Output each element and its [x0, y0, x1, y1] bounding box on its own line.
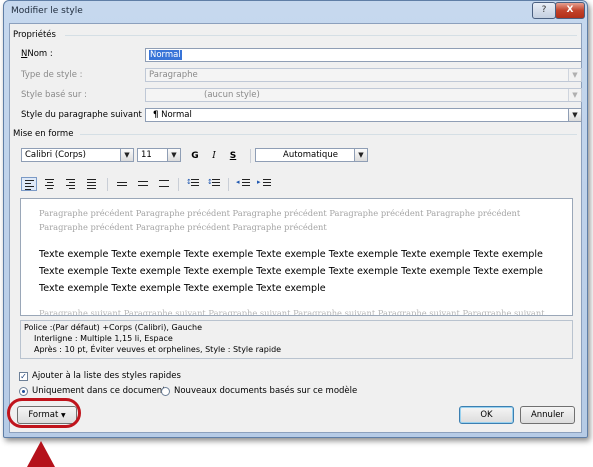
- only-this-document-radio[interactable]: [19, 387, 28, 396]
- cancel-button[interactable]: Annuler: [520, 406, 575, 424]
- font-size-dropdown[interactable]: 11 ▼: [137, 148, 181, 162]
- decrease-indent-button[interactable]: ◂: [236, 177, 252, 191]
- indent-lines-icon: [242, 179, 250, 188]
- toolbar-separator: [250, 149, 251, 163]
- font-size-value: 11: [141, 150, 152, 160]
- underline-button[interactable]: S: [225, 149, 241, 163]
- description-line: Interligne : Multiple 1,15 li, Espace: [34, 334, 173, 343]
- one-half-spacing-button[interactable]: [135, 177, 151, 191]
- based-on-value: (aucun style): [204, 90, 260, 100]
- align-center-button[interactable]: [42, 177, 58, 191]
- formatting-section-label: Mise en forme: [13, 129, 74, 139]
- help-button[interactable]: ?: [532, 2, 556, 19]
- style-type-label: Type de style :: [21, 70, 83, 80]
- style-preview-pane: Paragraphe précédent Paragraphe précéden…: [20, 198, 573, 316]
- format-button-highlight: [7, 398, 81, 428]
- next-style-dropdown[interactable]: ¶ Normal ▼: [145, 108, 582, 122]
- paragraph-spacing-icon: [191, 179, 199, 188]
- arrow-right-icon: ▸: [257, 178, 261, 186]
- toolbar-separator: [178, 178, 179, 191]
- chevron-down-icon: ▼: [120, 149, 133, 161]
- arrow-up-down-icon: ↕: [207, 178, 213, 186]
- align-right-button[interactable]: [63, 177, 79, 191]
- name-value: Normal: [149, 50, 182, 60]
- dialog-title: Modifier le style: [11, 6, 83, 16]
- add-quick-styles-checkbox[interactable]: ✓: [19, 372, 28, 381]
- description-line: Après : 10 pt, Éviter veuves et orphelin…: [34, 345, 282, 354]
- increase-indent-button[interactable]: ▸: [257, 177, 273, 191]
- chevron-down-icon: ▼: [354, 149, 367, 161]
- new-documents-label: Nouveaux documents basés sur ce modèle: [174, 386, 358, 396]
- align-left-button[interactable]: [21, 177, 37, 191]
- font-color-value: Automatique: [283, 150, 338, 160]
- font-value: Calibri (Corps): [25, 150, 86, 160]
- based-on-label: Style basé sur :: [21, 90, 87, 100]
- italic-button[interactable]: I: [206, 149, 222, 163]
- align-center-icon: [45, 179, 54, 191]
- only-this-document-label: Uniquement dans ce document: [32, 386, 166, 396]
- dialog-body: Propriétés NNom : Normal Type de style :…: [9, 23, 582, 433]
- pointer-arrow-icon: [27, 441, 55, 467]
- chevron-down-icon: ▼: [568, 109, 581, 121]
- style-type-value: Paragraphe: [149, 70, 198, 80]
- bold-button[interactable]: G: [187, 149, 203, 163]
- chevron-down-icon: ▼: [568, 69, 581, 81]
- chevron-down-icon: ▼: [167, 149, 180, 161]
- title-bar: Modifier le style ? X: [4, 1, 587, 23]
- modify-style-dialog: Modifier le style ? X Propriétés NNom : …: [3, 0, 588, 438]
- preview-sample-text: Texte exemple Texte exemple Texte exempl…: [39, 249, 543, 294]
- justify-icon: [87, 179, 96, 191]
- new-documents-radio[interactable]: [161, 387, 170, 396]
- paragraph-spacing-icon: [212, 179, 220, 188]
- font-dropdown[interactable]: Calibri (Corps) ▼: [21, 148, 134, 162]
- arrow-left-icon: ◂: [236, 178, 240, 186]
- align-left-icon: [25, 180, 34, 192]
- pilcrow-icon: ¶: [153, 110, 159, 120]
- formatting-divider: [80, 134, 577, 135]
- justify-button[interactable]: [84, 177, 100, 191]
- chevron-down-icon: ▼: [568, 89, 581, 101]
- increase-paragraph-spacing-button[interactable]: ↕: [185, 177, 201, 191]
- properties-divider: [65, 35, 577, 36]
- add-quick-styles-label: Ajouter à la liste des styles rapides: [32, 371, 181, 381]
- name-label: NNom :: [21, 49, 53, 59]
- decrease-paragraph-spacing-button[interactable]: ↕: [206, 177, 222, 191]
- single-spacing-icon: [117, 182, 127, 188]
- font-color-dropdown[interactable]: Automatique ▼: [255, 148, 368, 162]
- based-on-dropdown[interactable]: (aucun style) ▼: [145, 88, 582, 102]
- description-line: Police :(Par défaut) +Corps (Calibri), G…: [24, 323, 203, 332]
- next-style-value: Normal: [161, 110, 192, 120]
- close-button[interactable]: X: [555, 2, 585, 19]
- style-type-dropdown[interactable]: Paragraphe ▼: [145, 68, 582, 82]
- double-spacing-icon: [159, 180, 169, 189]
- next-style-label: Style du paragraphe suivant :: [21, 110, 148, 120]
- one-half-spacing-icon: [138, 181, 148, 188]
- preview-next-paragraph: Paragraphe suivant Paragraphe suivant Pa…: [39, 308, 545, 316]
- preview-previous-paragraph: Paragraphe précédent Paragraphe précéden…: [39, 208, 521, 232]
- toolbar-separator: [228, 178, 229, 191]
- toolbar-separator: [107, 178, 108, 191]
- arrow-up-down-icon: ↕: [186, 178, 192, 186]
- indent-lines-icon: [263, 179, 271, 188]
- single-spacing-button[interactable]: [114, 177, 130, 191]
- align-right-icon: [66, 179, 75, 191]
- name-field[interactable]: Normal: [145, 48, 582, 62]
- double-spacing-button[interactable]: [156, 177, 172, 191]
- style-description: Police :(Par défaut) +Corps (Calibri), G…: [20, 320, 573, 359]
- ok-button[interactable]: OK: [459, 406, 514, 424]
- properties-section-label: Propriétés: [13, 30, 56, 40]
